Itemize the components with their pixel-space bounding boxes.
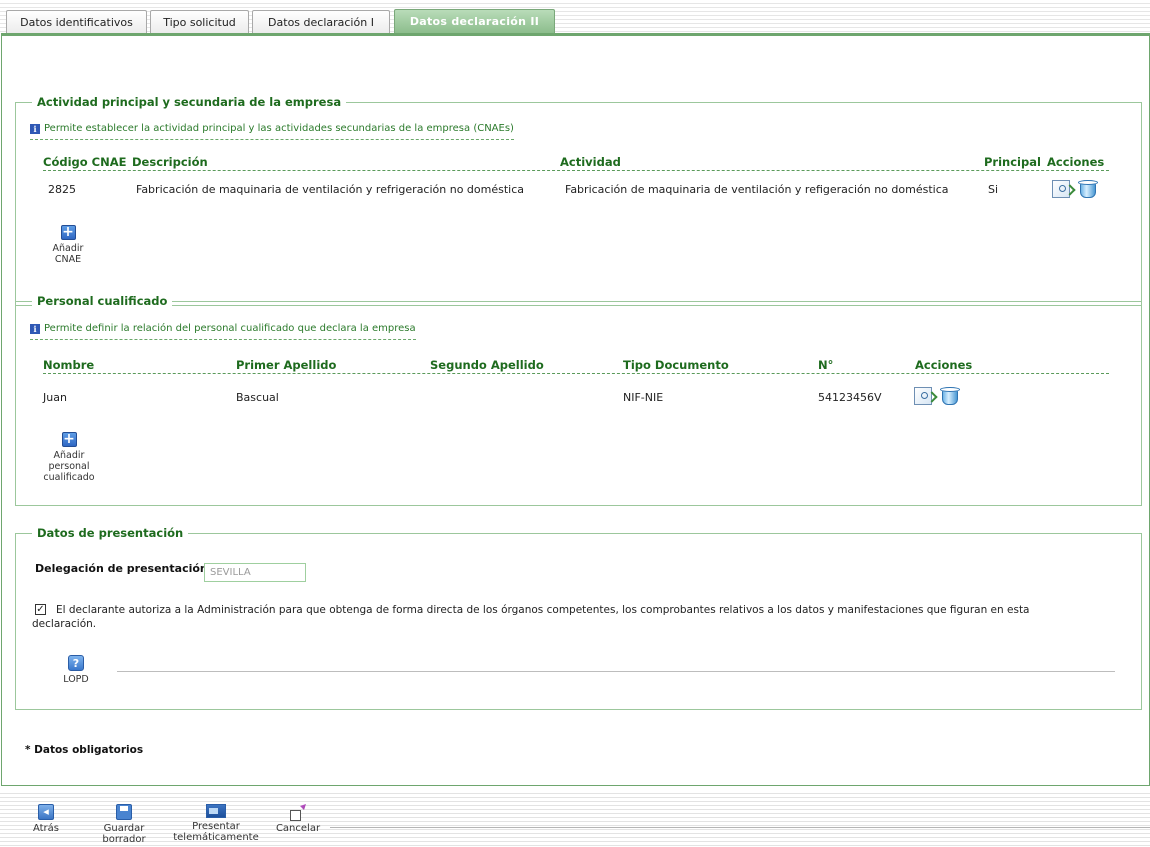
add-cnae-button[interactable]: + Añadir CNAE xyxy=(38,225,98,265)
delegacion-field[interactable]: SEVILLA xyxy=(204,563,306,582)
help-question-icon: ? xyxy=(68,655,84,671)
cell-actividad: Fabricación de maquinaria de ventilación… xyxy=(565,183,949,196)
back-button[interactable]: ◂ Atrás xyxy=(28,804,64,834)
lopd-button[interactable]: ? LOPD xyxy=(51,655,101,685)
trash-can-icon[interactable] xyxy=(1078,179,1098,199)
info-icon: i xyxy=(30,123,40,134)
autoriza-text-line2: declaración. xyxy=(32,618,97,630)
back-label: Atrás xyxy=(32,823,60,834)
add-personal-label-1: Añadir xyxy=(53,450,85,461)
cell-numero: 54123456V xyxy=(818,391,882,404)
col-segundo-apellido: Segundo Apellido xyxy=(430,358,544,372)
submit-label-1: Presentar xyxy=(192,821,240,832)
presentacion-section: Datos de presentación Delegación de pres… xyxy=(15,526,1142,710)
personal-section: Personal cualificado i Permite definir l… xyxy=(15,294,1142,506)
col-numero: N° xyxy=(818,358,834,372)
toolbar-divider xyxy=(330,827,1150,828)
personal-legend: Personal cualificado xyxy=(32,294,173,308)
cell-tipo-documento: NIF-NIE xyxy=(623,391,664,404)
header-rule xyxy=(43,373,1109,374)
autoriza-checkbox[interactable]: ✓ xyxy=(35,604,46,615)
cell-descripcion: Fabricación de maquinaria de ventilación… xyxy=(136,183,525,196)
submit-label-2: telemáticamente xyxy=(173,832,259,843)
plus-icon: + xyxy=(61,431,77,447)
col-descripcion: Descripción xyxy=(132,155,208,169)
col-acciones: Acciones xyxy=(1047,155,1105,169)
tab-datos-declaracion-2[interactable]: Datos declaración II xyxy=(394,9,555,33)
tab-datos-declaracion-1[interactable]: Datos declaración I xyxy=(252,10,390,33)
add-personal-button[interactable]: + Añadir personal cualificado xyxy=(38,432,100,483)
plus-icon: + xyxy=(60,224,76,240)
col-nombre: Nombre xyxy=(43,358,95,372)
edit-search-icon[interactable] xyxy=(1052,180,1070,198)
cell-nombre: Juan xyxy=(43,391,67,404)
submit-computer-icon xyxy=(206,804,226,818)
save-draft-button[interactable]: Guardar borrador xyxy=(96,804,152,845)
lopd-divider xyxy=(117,671,1115,672)
save-label-1: Guardar xyxy=(103,823,145,834)
required-fields-note: * Datos obligatorios xyxy=(25,744,144,756)
cancel-label: Cancelar xyxy=(275,823,321,834)
back-arrow-icon: ◂ xyxy=(38,804,54,820)
col-primer-apellido: Primer Apellido xyxy=(236,358,337,372)
cell-primer-apellido: Bascual xyxy=(236,391,279,404)
col-codigo-cnae: Código CNAE xyxy=(43,155,127,169)
actividad-legend: Actividad principal y secundaria de la e… xyxy=(32,95,347,109)
info-icon: i xyxy=(30,323,40,334)
actividad-info: i Permite establecer la actividad princi… xyxy=(30,123,514,140)
add-personal-label-2: personal xyxy=(48,461,90,472)
edit-search-icon[interactable] xyxy=(914,387,932,405)
submit-online-button[interactable]: Presentar telemáticamente xyxy=(170,804,262,843)
tab-tipo-solicitud[interactable]: Tipo solicitud xyxy=(150,10,249,33)
delegacion-label-text: Delegación de presentación xyxy=(35,562,208,575)
lopd-label: LOPD xyxy=(63,674,89,685)
tab-bar: Datos identificativos Tipo solicitud Dat… xyxy=(0,0,1150,33)
presentacion-legend: Datos de presentación xyxy=(32,526,189,540)
delegacion-label: Delegación de presentación * xyxy=(35,562,217,575)
floppy-disk-icon xyxy=(116,804,132,820)
header-rule xyxy=(43,170,1109,171)
trash-can-icon[interactable] xyxy=(940,386,960,406)
col-tipo-documento: Tipo Documento xyxy=(623,358,729,372)
cell-principal: Si xyxy=(988,183,999,196)
tab-datos-identificativos[interactable]: Datos identificativos xyxy=(6,10,147,33)
col-actividad: Actividad xyxy=(560,155,621,169)
col-acciones: Acciones xyxy=(915,358,973,372)
cancel-button[interactable]: Cancelar xyxy=(270,804,326,834)
personal-info-text: Permite definir la relación del personal… xyxy=(44,323,416,334)
autoriza-text-line1: El declarante autoriza a la Administraci… xyxy=(56,604,1030,616)
bottom-toolbar: ◂ Atrás Guardar borrador Presentar telem… xyxy=(0,790,1150,847)
personal-info: i Permite definir la relación del person… xyxy=(30,323,416,340)
actividad-section: Actividad principal y secundaria de la e… xyxy=(15,95,1142,306)
main-panel: Actividad principal y secundaria de la e… xyxy=(1,33,1150,786)
save-label-2: borrador xyxy=(102,834,146,845)
cell-codigo: 2825 xyxy=(48,183,76,196)
col-principal: Principal xyxy=(984,155,1041,169)
actividad-info-text: Permite establecer la actividad principa… xyxy=(44,123,514,134)
cancel-icon xyxy=(290,804,306,821)
add-personal-label-3: cualificado xyxy=(43,472,95,483)
add-cnae-label: Añadir CNAE xyxy=(52,243,84,265)
